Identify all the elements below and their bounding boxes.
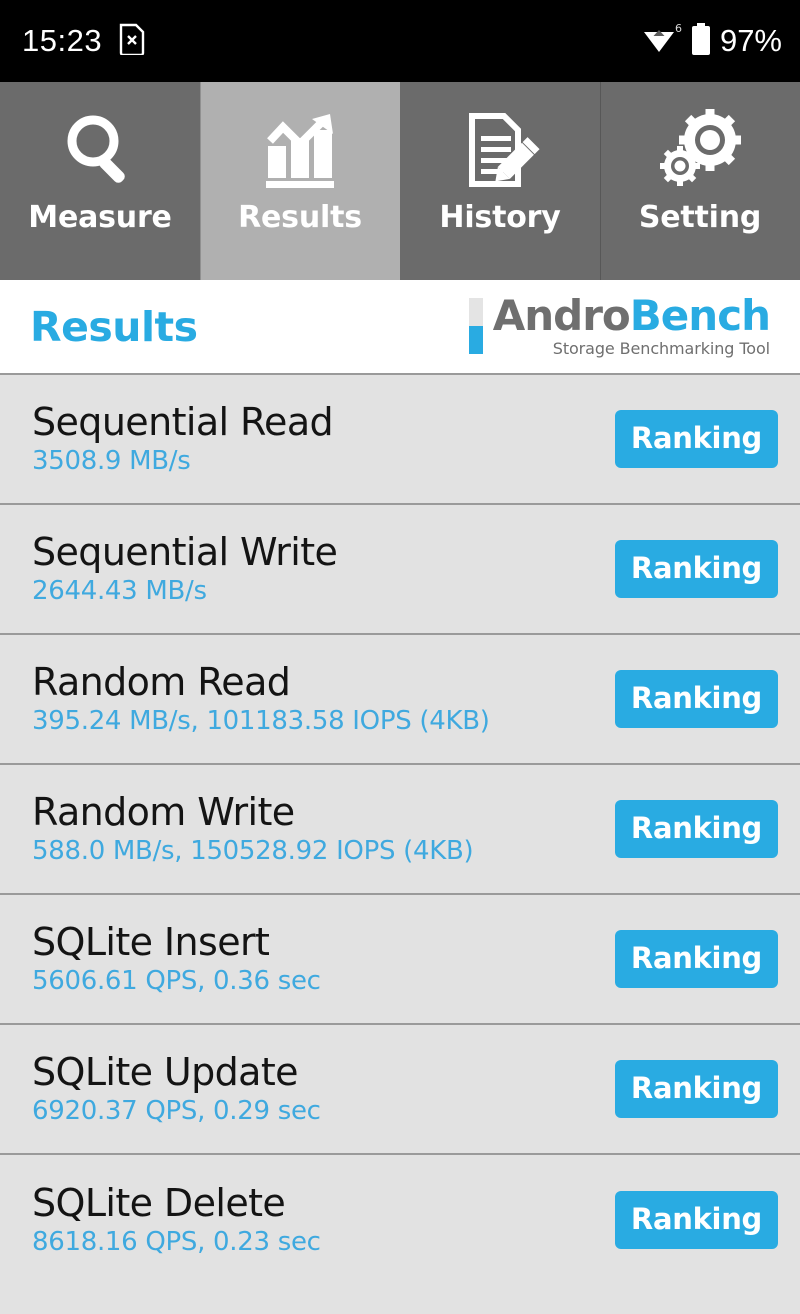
tab-bar: Measure Results History Setting — [0, 82, 800, 280]
ranking-button[interactable]: Ranking — [614, 670, 778, 728]
status-bar: 15:23 6 97% — [0, 0, 800, 82]
result-info: SQLite Insert 5606.61 QPS, 0.36 sec — [32, 919, 321, 996]
wifi-6-icon: 6 — [641, 22, 683, 60]
result-value: 2644.43 MB/s — [32, 575, 207, 606]
logo-andro: Andro — [492, 291, 631, 341]
result-info: Random Read 395.24 MB/s, 101183.58 IOPS … — [32, 659, 490, 736]
magnifier-icon — [58, 104, 142, 196]
ranking-button[interactable]: Ranking — [614, 1060, 778, 1118]
gears-icon — [658, 104, 742, 196]
result-info: Sequential Write 2644.43 MB/s — [32, 529, 338, 606]
table-row: Sequential Read 3508.9 MB/s Ranking — [0, 375, 800, 505]
ranking-button[interactable]: Ranking — [614, 410, 778, 468]
androbench-logo: AndroBench Storage Benchmarking Tool — [468, 294, 771, 358]
status-bar-left: 15:23 — [22, 23, 145, 59]
table-row: SQLite Update 6920.37 QPS, 0.29 sec Rank… — [0, 1025, 800, 1155]
result-value: 5606.61 QPS, 0.36 sec — [32, 965, 321, 996]
result-title: SQLite Insert — [32, 919, 270, 964]
logo-wordmark: AndroBench — [493, 294, 771, 338]
tab-measure-label: Measure — [28, 200, 172, 235]
page-title: Results — [30, 302, 198, 351]
tab-results[interactable]: Results — [200, 82, 400, 280]
result-value: 588.0 MB/s, 150528.92 IOPS (4KB) — [32, 835, 474, 866]
result-value: 8618.16 QPS, 0.23 sec — [32, 1226, 321, 1257]
table-row: Random Read 395.24 MB/s, 101183.58 IOPS … — [0, 635, 800, 765]
tab-history-label: History — [439, 200, 561, 235]
tab-setting-label: Setting — [638, 200, 762, 235]
logo-text: AndroBench Storage Benchmarking Tool — [493, 294, 771, 358]
ranking-button[interactable]: Ranking — [614, 1191, 778, 1249]
app-header: Results AndroBench Storage Benchmarking … — [0, 280, 800, 375]
tab-measure[interactable]: Measure — [0, 82, 200, 280]
result-title: Sequential Write — [32, 529, 338, 574]
sim-card-off-icon — [119, 23, 145, 59]
battery-icon — [690, 22, 712, 60]
logo-bar-icon — [468, 298, 483, 355]
result-info: SQLite Delete 8618.16 QPS, 0.23 sec — [32, 1180, 321, 1257]
result-info: Random Write 588.0 MB/s, 150528.92 IOPS … — [32, 789, 474, 866]
status-bar-right: 6 97% — [641, 22, 782, 60]
document-pencil-icon — [458, 104, 542, 196]
svg-text:6: 6 — [675, 22, 682, 35]
result-title: Random Read — [32, 659, 291, 704]
table-row: Random Write 588.0 MB/s, 150528.92 IOPS … — [0, 765, 800, 895]
table-row: SQLite Delete 8618.16 QPS, 0.23 sec Rank… — [0, 1155, 800, 1285]
bar-chart-trend-icon — [258, 104, 342, 196]
ranking-button[interactable]: Ranking — [614, 800, 778, 858]
logo-tagline: Storage Benchmarking Tool — [552, 338, 770, 358]
status-bar-clock: 15:23 — [22, 23, 103, 58]
result-info: Sequential Read 3508.9 MB/s — [32, 399, 334, 476]
battery-percentage: 97% — [719, 23, 782, 58]
table-row: SQLite Insert 5606.61 QPS, 0.36 sec Rank… — [0, 895, 800, 1025]
result-title: Sequential Read — [32, 399, 334, 444]
results-list: Sequential Read 3508.9 MB/s Ranking Sequ… — [0, 375, 800, 1285]
logo-bench: Bench — [629, 291, 771, 341]
ranking-button[interactable]: Ranking — [614, 540, 778, 598]
ranking-button[interactable]: Ranking — [614, 930, 778, 988]
result-value: 395.24 MB/s, 101183.58 IOPS (4KB) — [32, 705, 490, 736]
result-value: 3508.9 MB/s — [32, 445, 191, 476]
tab-setting[interactable]: Setting — [600, 82, 800, 280]
result-title: Random Write — [32, 789, 295, 834]
tab-results-label: Results — [238, 200, 362, 235]
tab-history[interactable]: History — [400, 82, 600, 280]
result-info: SQLite Update 6920.37 QPS, 0.29 sec — [32, 1049, 321, 1126]
table-row: Sequential Write 2644.43 MB/s Ranking — [0, 505, 800, 635]
result-title: SQLite Update — [32, 1049, 299, 1094]
result-title: SQLite Delete — [32, 1180, 286, 1225]
result-value: 6920.37 QPS, 0.29 sec — [32, 1095, 321, 1126]
